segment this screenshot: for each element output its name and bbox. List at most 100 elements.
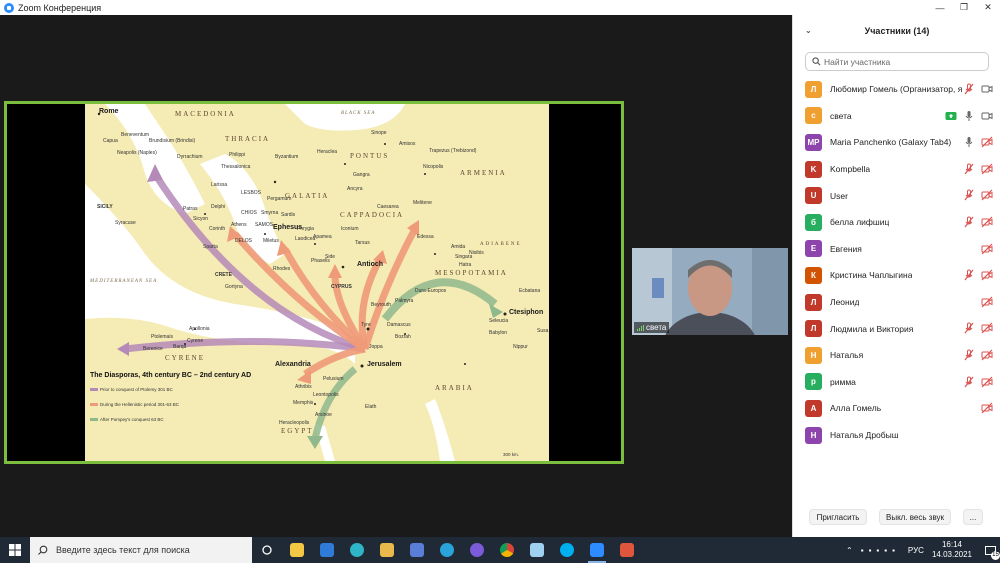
store-taskbar-icon[interactable] <box>402 537 432 563</box>
mic-muted-icon[interactable] <box>963 322 975 334</box>
search-icon <box>38 545 48 555</box>
mic-muted-icon[interactable] <box>963 83 975 95</box>
participant-name: Людмила и Виктория <box>830 323 914 334</box>
app-taskbar-icon[interactable] <box>612 537 642 563</box>
mute-all-button[interactable]: Выкл. весь звук <box>879 509 951 525</box>
map-region-macedonia: MACEDONIA <box>175 110 236 118</box>
participant-row[interactable]: б белла лифшиц <box>793 209 1000 236</box>
mic-muted-icon[interactable] <box>963 376 975 388</box>
tray-app-icons[interactable]: ▪▪▪▪▪ <box>861 546 900 555</box>
participant-row[interactable]: А Алла Гомель <box>793 395 1000 422</box>
mic-icon[interactable] <box>963 136 975 148</box>
map-city-label: Ecbatana <box>519 288 541 294</box>
more-button[interactable]: ... <box>963 509 983 525</box>
search-icon <box>812 57 821 66</box>
camera-off-icon[interactable] <box>981 189 993 201</box>
taskbar-search[interactable]: Введите здесь текст для поиска <box>30 537 252 563</box>
participant-row[interactable]: K Kompbella <box>793 156 1000 183</box>
maximize-button[interactable]: ❐ <box>952 0 976 15</box>
camera-off-icon[interactable] <box>981 322 993 334</box>
video-tile[interactable]: света <box>632 248 788 335</box>
notifications-button[interactable]: 15 <box>980 545 1000 560</box>
map-city-label: Thessalonica <box>221 164 251 170</box>
camera-off-icon[interactable] <box>981 349 993 361</box>
participant-name: света <box>830 110 852 121</box>
camera-off-icon[interactable] <box>981 243 993 255</box>
signal-bars-icon <box>637 324 644 331</box>
start-button[interactable] <box>0 537 30 563</box>
participant-row[interactable]: К Кристина Чаплыгина <box>793 262 1000 289</box>
telegram-taskbar-icon[interactable] <box>432 537 462 563</box>
map-city-label: Cyrene <box>187 338 204 344</box>
map-city-label: Delphi <box>211 204 226 210</box>
camera-icon[interactable] <box>981 110 993 122</box>
screen-share[interactable]: Rome MACEDONIA BLACK SEA THRACIA PONTUS … <box>4 101 624 464</box>
map-city-label: Melitene <box>413 200 432 206</box>
camera-off-icon[interactable] <box>981 163 993 175</box>
mail-taskbar-icon[interactable] <box>312 537 342 563</box>
avatar: с <box>805 107 822 125</box>
mic-muted-icon[interactable] <box>963 163 975 175</box>
participant-row[interactable]: Л Леонид <box>793 289 1000 316</box>
participant-status-icons <box>963 342 993 368</box>
viber-taskbar-icon[interactable] <box>462 537 492 563</box>
map-city-label: Ancyra <box>347 186 363 192</box>
zoom-taskbar-icon[interactable] <box>582 537 612 563</box>
camera-icon[interactable] <box>981 83 993 95</box>
input-language[interactable]: РУС <box>908 546 924 555</box>
participant-status-icons <box>963 182 993 208</box>
skype-taskbar-icon[interactable] <box>552 537 582 563</box>
map-city-label: Caesarea <box>377 204 399 210</box>
chrome-taskbar-icon[interactable] <box>492 537 522 563</box>
camera-off-icon[interactable] <box>981 136 993 148</box>
participant-row[interactable]: Н Наталья Дробыш <box>793 422 1000 449</box>
participant-row[interactable]: Н Наталья <box>793 342 1000 369</box>
camera-off-icon[interactable] <box>981 376 993 388</box>
participant-search[interactable] <box>805 52 989 71</box>
camera-off-icon[interactable] <box>981 296 993 308</box>
minimize-button[interactable]: — <box>928 0 952 15</box>
map-city-label: Philippi <box>229 152 246 158</box>
map-city-label: Tyre <box>361 322 371 328</box>
participant-row[interactable]: MP Maria Panchenko (Galaxy Tab4) <box>793 129 1000 156</box>
participant-status-icons <box>963 156 993 182</box>
mic-muted-icon[interactable] <box>963 349 975 361</box>
invite-button[interactable]: Пригласить <box>809 509 867 525</box>
task-view-icon[interactable] <box>252 537 282 563</box>
map-city-label: Amida <box>451 244 466 250</box>
mic-muted-icon[interactable] <box>963 269 975 281</box>
map-sea-black: BLACK SEA <box>341 111 376 116</box>
camera-off-icon[interactable] <box>981 402 993 414</box>
folder-taskbar-icon[interactable] <box>372 537 402 563</box>
participant-row[interactable]: U User <box>793 182 1000 209</box>
mic-muted-icon[interactable] <box>963 189 975 201</box>
clock[interactable]: 16:14 14.03.2021 <box>932 540 972 560</box>
participant-row[interactable]: с света <box>793 103 1000 130</box>
map-city-label: Heraclea <box>317 149 338 155</box>
participant-row[interactable]: Л Любомир Гомель (Организатор, я) <box>793 76 1000 103</box>
map-city-label: Beneventum <box>121 132 150 138</box>
mic-icon[interactable] <box>963 110 975 122</box>
camera-off-icon[interactable] <box>981 216 993 228</box>
map-city-label: Miletus <box>263 238 279 244</box>
map-city-label: Susa <box>537 328 549 334</box>
participant-search-input[interactable] <box>824 56 984 67</box>
participant-name: Евгения <box>830 243 862 254</box>
map-legend-item: After Pompey's conquest 63 BC <box>90 417 164 422</box>
notepad-taskbar-icon[interactable] <box>522 537 552 563</box>
participant-row[interactable]: Л Людмила и Виктория <box>793 315 1000 342</box>
map-island-label: SAMOS <box>255 222 274 228</box>
participant-row[interactable]: р римма <box>793 369 1000 396</box>
map-island-label: SICILY <box>97 204 113 210</box>
edge-taskbar-icon[interactable] <box>342 537 372 563</box>
clock-time: 16:14 <box>941 540 962 549</box>
close-button[interactable]: ✕ <box>976 0 1000 15</box>
file-explorer-taskbar-icon[interactable] <box>282 537 312 563</box>
map-city-label: Athens <box>231 222 247 228</box>
map-region-galatia: GALATIA <box>285 192 330 200</box>
camera-off-icon[interactable] <box>981 269 993 281</box>
participant-row[interactable]: Е Евгения <box>793 236 1000 263</box>
collapse-chevron-icon[interactable]: ⌄ <box>805 26 812 35</box>
mic-muted-icon[interactable] <box>963 216 975 228</box>
tray-chevron-icon[interactable]: ⌃ <box>846 546 853 555</box>
